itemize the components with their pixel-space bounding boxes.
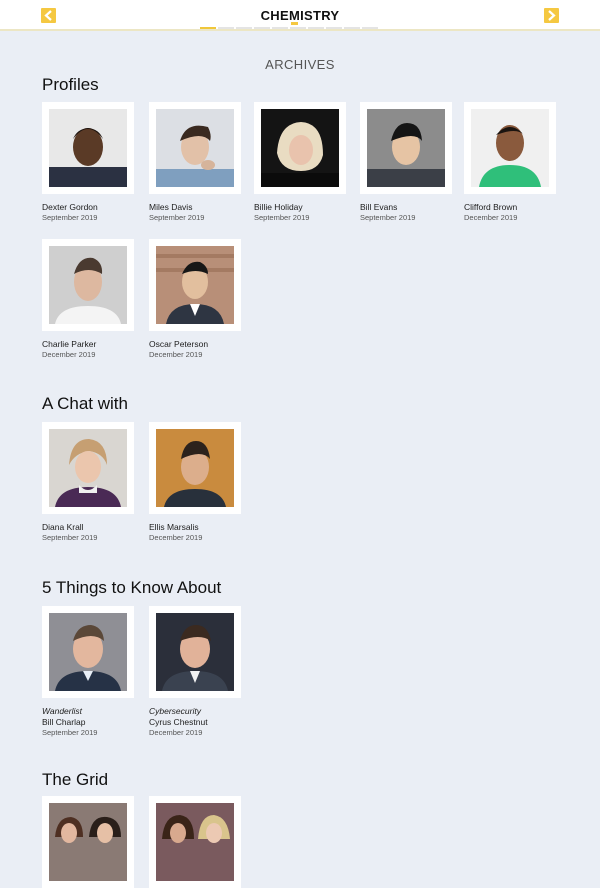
grid-card[interactable] [149,796,241,888]
profile-name[interactable]: Ellis Marsalis [149,522,241,533]
profile-photo-frame[interactable] [464,102,556,194]
page-title: ARCHIVES [265,57,335,72]
page-indicator-segment[interactable] [290,27,306,29]
section-title-five-things: 5 Things to Know About [42,578,222,597]
profile-card[interactable]: Oscar Peterson December 2019 [149,239,241,360]
profile-name[interactable]: Cyrus Chestnut [149,717,241,728]
previous-button[interactable] [41,8,56,23]
profile-date: September 2019 [254,213,310,222]
profile-card[interactable]: Ellis Marsalis December 2019 [149,422,241,543]
top-bar: CHEMISTRY [0,0,600,31]
profile-name[interactable]: Bill Charlap [42,717,134,728]
profile-date: September 2019 [149,213,205,222]
page-indicator-segment[interactable] [236,27,252,29]
profile-photo-frame[interactable] [42,422,134,514]
profile-card[interactable]: Wanderlist Bill Charlap September 2019 [42,606,134,738]
profile-card[interactable]: Bill Evans September 2019 [360,102,452,223]
page-indicator [200,27,378,29]
profile-name[interactable]: Diana Krall [42,522,134,533]
profile-date: September 2019 [42,213,98,222]
page-indicator-segment[interactable] [308,27,324,29]
profile-name[interactable]: Charlie Parker [42,339,134,350]
chevron-left-icon [44,10,52,21]
profile-date: December 2019 [149,350,203,359]
profile-name[interactable]: Clifford Brown [464,202,556,213]
article-category: Cybersecurity [149,706,201,716]
profile-card[interactable]: Diana Krall September 2019 [42,422,134,543]
profile-name[interactable]: Miles Davis [149,202,241,213]
logo[interactable]: CHEMISTRY [256,8,344,25]
article-category: Wanderlist [42,706,82,716]
portrait-photo [49,109,127,187]
profile-photo-frame[interactable] [149,102,241,194]
chevron-right-icon [548,10,556,21]
profile-card[interactable]: Dexter Gordon September 2019 [42,102,134,223]
portrait-photo [367,109,445,187]
page-indicator-segment[interactable] [344,27,360,29]
profile-name[interactable]: Billie Holiday [254,202,346,213]
section-title-the-grid: The Grid [42,770,109,789]
section-title-profiles: Profiles [42,75,99,94]
profile-photo-frame[interactable] [42,102,134,194]
profile-photo-frame[interactable] [42,606,134,698]
profile-date: December 2019 [464,213,518,222]
profile-name[interactable]: Bill Evans [360,202,452,213]
profile-date: December 2019 [42,350,96,359]
portrait-photo [156,109,234,187]
group-photo [156,803,234,881]
profile-card[interactable]: Cybersecurity Cyrus Chestnut December 20… [149,606,241,738]
portrait-photo [156,613,234,691]
profile-photo-frame[interactable] [149,606,241,698]
portrait-photo [49,613,127,691]
portrait-photo [156,429,234,507]
profile-name[interactable]: Dexter Gordon [42,202,134,213]
profile-card[interactable]: Clifford Brown December 2019 [464,102,556,223]
profile-card[interactable]: Miles Davis September 2019 [149,102,241,223]
portrait-photo [261,109,339,187]
profile-photo-frame[interactable] [360,102,452,194]
grid-photo-frame[interactable] [149,796,241,888]
profile-photo-frame[interactable] [149,239,241,331]
portrait-photo [156,246,234,324]
next-button[interactable] [544,8,559,23]
profile-date: September 2019 [42,728,98,737]
group-photo [49,803,127,881]
page-indicator-segment[interactable] [254,27,270,29]
profile-date: September 2019 [360,213,416,222]
grid-card[interactable] [42,796,134,888]
profile-date: December 2019 [149,533,203,542]
page-indicator-segment[interactable] [326,27,342,29]
grid-photo-frame[interactable] [42,796,134,888]
profile-name[interactable]: Oscar Peterson [149,339,241,350]
portrait-photo [49,246,127,324]
profile-card[interactable]: Billie Holiday September 2019 [254,102,346,223]
profile-photo-frame[interactable] [42,239,134,331]
portrait-photo [471,109,549,187]
page-indicator-segment[interactable] [218,27,234,29]
section-title-chat: A Chat with [42,394,128,413]
portrait-photo [49,429,127,507]
page-indicator-segment[interactable] [272,27,288,29]
profile-date: September 2019 [42,533,98,542]
profile-photo-frame[interactable] [149,422,241,514]
page-indicator-segment[interactable] [200,27,216,29]
page-indicator-segment[interactable] [362,27,378,29]
profile-date: December 2019 [149,728,203,737]
profile-card[interactable]: Charlie Parker December 2019 [42,239,134,360]
profile-photo-frame[interactable] [254,102,346,194]
